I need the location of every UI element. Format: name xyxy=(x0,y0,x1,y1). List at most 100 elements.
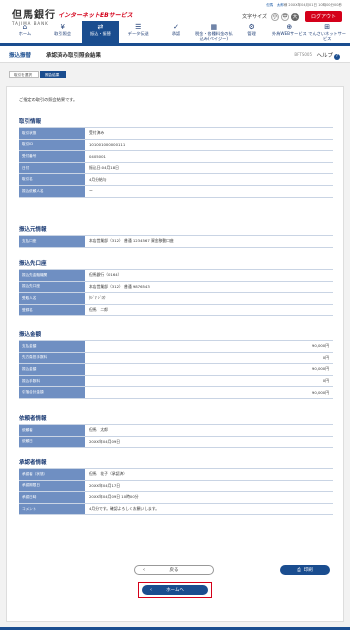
row-value: 4月分です。確認よろしくお願いします。 xyxy=(89,506,159,512)
nav-densai[interactable]: ⊞ でんさいネットサービス xyxy=(308,21,346,43)
row-label: 登録名 xyxy=(19,304,85,316)
nav-label: 承認 xyxy=(171,31,181,36)
row-value: 受付済み xyxy=(89,130,105,136)
user-name: 但馬 太郎 xyxy=(266,3,284,7)
table-row: 取引ID 101001000000111 xyxy=(19,139,333,152)
nav-label: 管理 xyxy=(247,31,256,36)
nav-admin[interactable]: ⚙ 管理 xyxy=(233,21,271,43)
result-message: ご指定の取引の照会結果です。 xyxy=(19,97,78,102)
table-row: 取引名 4月分給与 xyxy=(19,174,333,186)
approver-table: 承認者（状態） 但馬 花子（承認済） 承認期限日 20XX年04月17日 承認日時 2… xyxy=(19,468,333,516)
step-select: 取引を選択 xyxy=(9,71,39,78)
table-row: 振込手数料 0円 xyxy=(19,375,333,388)
home-button[interactable]: ‹ ホームへ xyxy=(142,585,208,595)
document-icon: ☰ xyxy=(135,23,142,31)
nav-approval[interactable]: ✓ 承認 xyxy=(157,21,195,43)
row-value: 0円 xyxy=(322,354,329,360)
table-row: 取引状態 受付済み xyxy=(19,128,333,140)
row-value: 但馬 花子（承認済） xyxy=(89,471,127,477)
font-size-small-button[interactable]: 小 xyxy=(270,12,279,21)
row-label: 取引ID xyxy=(19,139,85,151)
chevron-left-icon: ‹ xyxy=(150,587,152,593)
nav-label: 振込・振替 xyxy=(89,31,111,36)
user-info: 但馬 太郎様 20XX年04月01日 10時00分00秒 xyxy=(266,3,342,8)
chevron-left-icon: ‹ xyxy=(143,567,145,573)
step-indicator: 取引を選択 照会結果 xyxy=(9,71,67,78)
global-nav: ⌂ ホーム ¥ 取引照会 ⇄ 振込・振替 ☰ データ伝送 ✓ 承認 ▦ 税金・各種料金の払込… xyxy=(6,21,346,43)
row-value: 90,000円 xyxy=(311,343,329,349)
row-value: 但馬銀行（0164） xyxy=(89,272,122,278)
section-title-source: 振込元情報 xyxy=(19,227,47,233)
row-value: 90,000円 xyxy=(311,389,329,395)
row-label: 承認日時 xyxy=(19,492,85,503)
table-row: 振込先口座 本店営業部（312） 普通 9876543 xyxy=(19,281,333,294)
payment-icon: ▦ xyxy=(210,23,218,31)
nav-home[interactable]: ⌂ ホーム xyxy=(6,21,44,43)
page-category: 振込振替 xyxy=(9,53,32,59)
table-row: 受付番号 0405001 xyxy=(19,151,333,163)
step-result: 照会結果 xyxy=(39,71,67,78)
nav-inquiry[interactable]: ¥ 取引照会 xyxy=(44,21,82,43)
table-row: 振込先金融機関 但馬銀行（0164） xyxy=(19,270,333,282)
row-label: 支払口座 xyxy=(19,236,85,247)
nav-forex[interactable]: ⊕ 外為WEBサービス xyxy=(270,21,308,43)
back-label: 戻る xyxy=(169,568,179,573)
title-bar: 振込振替 承認済み取引照会結果 BFTS005 ヘルプ? xyxy=(0,46,350,63)
font-size-large-button[interactable]: 大 xyxy=(290,12,299,21)
nav-payeasy[interactable]: ▦ 税金・各種料金の払込み(ペイジー) xyxy=(195,21,233,43)
font-size-medium-button[interactable]: 中 xyxy=(280,12,289,21)
table-row: 承認日時 20XX年04月09日 10時00分 xyxy=(19,492,333,504)
back-button[interactable]: ‹ 戻る xyxy=(134,565,214,575)
row-value: 0円 xyxy=(322,378,329,384)
row-label: 承認者（状態） xyxy=(19,469,85,480)
globe-icon: ⊕ xyxy=(286,23,293,31)
row-label: 受付番号 xyxy=(19,151,85,162)
nav-label: ホーム xyxy=(18,31,32,36)
row-value: ー xyxy=(89,188,93,194)
nav-label: 税金・各種料金の払込み(ペイジー) xyxy=(194,31,233,41)
gear-icon: ⚙ xyxy=(248,23,255,31)
nav-label: 外為WEBサービス xyxy=(271,31,307,36)
logo-text: 但馬銀行 xyxy=(12,10,56,21)
table-row: 日付 振込日:04月18日 xyxy=(19,162,333,175)
print-button[interactable]: ⎙ 印刷 xyxy=(280,565,330,575)
table-row: 支払金額 90,000円 xyxy=(19,341,333,353)
row-value: 本店営業部（312） 普通 1234567 資金移動口座 xyxy=(89,238,174,244)
home-icon: ⌂ xyxy=(22,23,28,31)
row-label: 振込依頼人名 xyxy=(19,185,85,197)
nav-data-transfer[interactable]: ☰ データ伝送 xyxy=(119,21,157,43)
nav-transfer[interactable]: ⇄ 振込・振替 xyxy=(81,21,120,43)
nav-label: 取引照会 xyxy=(54,31,72,36)
row-value: 101001000000111 xyxy=(89,142,126,148)
row-value: 振込日:04月18日 xyxy=(89,165,119,171)
row-label: 依頼者 xyxy=(19,425,85,436)
help-label: ヘルプ xyxy=(316,53,333,59)
header: 但馬銀行 TAJIMA BANK インターネットEBサービス 但馬 太郎様 20… xyxy=(0,0,350,43)
nav-label: データ伝送 xyxy=(127,31,149,36)
densai-icon: ⊞ xyxy=(324,23,331,31)
help-link[interactable]: ヘルプ? xyxy=(316,51,340,60)
table-row: 先方負担手数料 0円 xyxy=(19,352,333,365)
main-panel: ご指定の取引の照会結果です。 取引情報 取引状態 受付済み 取引ID 1010010… xyxy=(6,86,344,622)
table-row: コメント 4月分です。確認よろしくお願いします。 xyxy=(19,503,333,516)
home-button-highlight: ‹ ホームへ xyxy=(138,582,212,598)
row-label: 承認期限日 xyxy=(19,480,85,492)
transaction-table: 取引状態 受付済み 取引ID 101001000000111 受付番号 0405001… xyxy=(19,127,333,198)
row-value: ﾀｼﾞﾏ ｼﾞﾛｳ xyxy=(89,295,106,301)
service-name: インターネットEBサービス xyxy=(58,12,133,19)
row-label: 振込先口座 xyxy=(19,281,85,293)
check-icon: ✓ xyxy=(173,23,179,31)
row-label: 日付 xyxy=(19,162,85,174)
row-label: 振込先金融機関 xyxy=(19,270,85,281)
section-title-requester: 依頼者情報 xyxy=(19,416,47,422)
row-label: 振込金額 xyxy=(19,364,85,375)
row-label: 先方負担手数料 xyxy=(19,352,85,364)
section-title-amount: 振込金額 xyxy=(19,332,42,338)
table-row: 承認期限日 20XX年04月17日 xyxy=(19,480,333,493)
row-label: 受取人名 xyxy=(19,293,85,304)
table-row: 承認者（状態） 但馬 花子（承認済） xyxy=(19,469,333,481)
table-row: 依頼日 20XX年04月09日 xyxy=(19,436,333,449)
row-value: 90,000円 xyxy=(311,366,329,372)
row-value: 本店営業部（312） 普通 9876543 xyxy=(89,283,150,289)
source-table: 支払口座 本店営業部（312） 普通 1234567 資金移動口座 xyxy=(19,235,333,248)
